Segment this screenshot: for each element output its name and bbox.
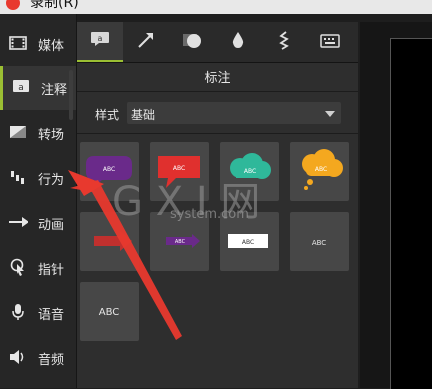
sidebar-item-annotations[interactable]: a 注释 [0, 66, 76, 110]
style-dropdown-value: 基础 [131, 108, 156, 122]
shape-tab-icon [182, 31, 202, 53]
sidebar-item-label: 注释 [41, 83, 68, 98]
tile-text: ABC [312, 239, 326, 247]
sidebar-item-label: 媒体 [38, 39, 65, 54]
sidebar-item-label: 转场 [38, 128, 65, 143]
divider [77, 91, 358, 92]
sidebar-item-label: 语音 [38, 308, 65, 323]
sidebar-item-behaviors[interactable]: 行为 [0, 156, 76, 200]
tile-text: ABC [173, 165, 185, 172]
callout-tile[interactable]: ABC [80, 282, 139, 341]
tab-callouts[interactable]: a [77, 22, 123, 62]
tile-text: ABC [99, 307, 120, 318]
callout-tile[interactable]: ABC [80, 142, 139, 201]
callout-tile[interactable]: ABC [150, 142, 209, 201]
callouts-panel: 标注 样式 基础 ABC ABC ABC ABC ABC ABC ABC ABC… [77, 63, 358, 388]
sidebar-item-media[interactable]: 媒体 [0, 22, 76, 66]
callout-tile[interactable]: ABC [220, 212, 279, 271]
callout-tile[interactable]: ABC [80, 212, 139, 271]
chevron-down-icon [325, 111, 335, 117]
speech-bubble-icon: ABC [158, 156, 200, 188]
divider [77, 133, 358, 134]
sidebar-item-label: 音频 [38, 353, 65, 368]
cursor-icon [8, 258, 28, 276]
transition-icon [8, 123, 28, 141]
sidebar-item-cursor[interactable]: 指针 [0, 246, 76, 290]
svg-text:a: a [18, 83, 24, 93]
record-icon [6, 0, 20, 10]
tile-text: ABC [103, 166, 115, 173]
tab-arrows[interactable] [123, 22, 169, 62]
sidebar: 媒体 a 注释 转场 行为 动画 指针 语音 音频 [0, 14, 77, 388]
text-callout-icon: ABC [312, 239, 326, 247]
sketch-tab-icon [277, 30, 291, 54]
tab-blur[interactable] [215, 22, 261, 62]
tab-keystroke[interactable] [307, 22, 353, 62]
sidebar-item-audio[interactable]: 音频 [0, 336, 76, 380]
arrow-tab-icon [137, 31, 155, 53]
keystroke-tab-icon [320, 33, 340, 52]
callout-tile[interactable]: ABC [150, 212, 209, 271]
sidebar-scrollbar[interactable] [69, 70, 73, 120]
microphone-icon [8, 303, 28, 321]
sidebar-item-label: 指针 [38, 263, 65, 278]
tile-text: ABC [242, 239, 254, 246]
arrow-callout-icon: ABC [166, 234, 200, 248]
tile-text: ABC [175, 239, 186, 245]
film-icon [8, 34, 28, 52]
behavior-icon [8, 168, 28, 186]
sidebar-item-animations[interactable]: 动画 [0, 201, 76, 245]
tile-text: ABC [244, 168, 256, 175]
sidebar-item-voice[interactable]: 语音 [0, 291, 76, 335]
canvas[interactable] [390, 38, 432, 389]
tile-text: ABC [315, 166, 327, 173]
callout-tab-icon: a [90, 31, 110, 51]
rectangle-callout-icon: ABC [228, 234, 268, 248]
animation-icon [8, 213, 28, 231]
speaker-icon [8, 348, 28, 366]
blur-tab-icon [231, 31, 245, 53]
panel-title: 标注 [204, 71, 231, 86]
style-dropdown[interactable]: 基础 [127, 102, 341, 124]
annotation-type-tabs: a [77, 22, 358, 63]
svg-text:a: a [98, 34, 103, 43]
speech-bubble-icon: ABC [86, 156, 132, 188]
thought-cloud-icon: ABC [302, 149, 343, 190]
arrow-callout-icon: ABC [94, 231, 132, 251]
sidebar-item-label: 行为 [38, 173, 65, 188]
callout-tile[interactable]: ABC [220, 142, 279, 201]
callout-tile[interactable]: ABC [290, 212, 349, 271]
sidebar-item-label: 动画 [38, 218, 65, 233]
title-bar: 录制(R) [0, 0, 432, 14]
preview-area [360, 22, 432, 389]
style-label: 样式 [95, 108, 120, 122]
tab-shapes[interactable] [169, 22, 215, 62]
sidebar-item-transitions[interactable]: 转场 [0, 111, 76, 155]
tile-text: ABC [107, 239, 118, 245]
callout-tile[interactable]: ABC [290, 142, 349, 201]
tab-sketch[interactable] [261, 22, 307, 62]
annotation-icon: a [11, 78, 31, 96]
cloud-icon: ABC [230, 153, 271, 179]
window-title: 录制(R) [30, 0, 79, 11]
text-callout-icon: ABC [99, 307, 120, 318]
